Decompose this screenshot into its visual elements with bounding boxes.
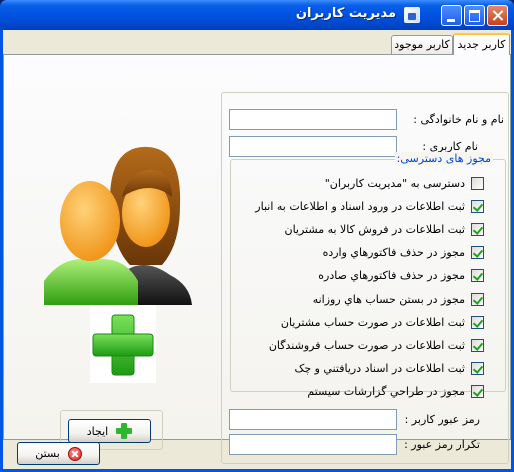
permissions-group: مجوز های دسترسی: دسترسی به "مديريت کاربر… xyxy=(230,152,506,399)
permission-checkbox[interactable] xyxy=(471,269,484,283)
confirm-password-input[interactable] xyxy=(229,434,397,455)
permission-checkbox[interactable] xyxy=(471,338,484,352)
username-input[interactable] xyxy=(229,136,397,157)
main-window: مديريت کاربران کاربر جديد کاربر موجود اي… xyxy=(0,0,514,472)
full-name-label: نام و نام خانوادگی : xyxy=(413,113,504,126)
permission-checkbox[interactable] xyxy=(471,362,484,376)
full-name-input[interactable] xyxy=(229,109,397,130)
window-title: مديريت کاربران xyxy=(295,6,396,21)
permission-label: دسترسی به "مديريت کاربران" xyxy=(324,176,465,190)
permission-checkbox[interactable] xyxy=(471,222,484,236)
maximize-button[interactable] xyxy=(464,5,485,26)
create-button-label: ايجاد xyxy=(86,424,109,438)
tab-existing-user[interactable]: کاربر موجود xyxy=(391,35,453,54)
close-button-label: بستن xyxy=(35,447,60,460)
permission-checkbox[interactable] xyxy=(471,385,484,399)
close-button[interactable]: بستن xyxy=(17,442,100,465)
permission-label: مجوز در حذف فاکتورهاي صادره xyxy=(318,269,465,283)
permission-checkbox[interactable] xyxy=(471,292,484,306)
permission-row[interactable]: ثبت اطلاعات در اسناد دريافتني و چک xyxy=(294,361,484,377)
password-input[interactable] xyxy=(229,409,397,430)
plus-icon xyxy=(116,423,133,439)
create-button[interactable]: ايجاد xyxy=(68,419,151,443)
permission-row[interactable]: مجوز در حذف فاکتورهاي صادره xyxy=(318,268,484,284)
password-label: رمز عبور کاربر : xyxy=(404,413,480,426)
permission-checkbox[interactable] xyxy=(471,246,484,260)
permission-label: مجوز در طراحي گزارشات سيستم xyxy=(307,385,465,399)
permission-row[interactable]: مجوز در بستن حساب هاي روزانه xyxy=(313,291,484,307)
permission-label: مجوز در حذف فاکتورهاي وارده xyxy=(322,246,465,260)
close-icon xyxy=(67,446,82,461)
permission-checkbox[interactable] xyxy=(471,199,484,213)
permission-label: مجوز در بستن حساب هاي روزانه xyxy=(312,292,465,306)
permission-label: ثبت اطلاعات در اسناد دريافتني و چک xyxy=(294,362,465,376)
close-window-button[interactable] xyxy=(487,5,508,26)
permission-row[interactable]: دسترسی به "مديريت کاربران" xyxy=(325,175,484,191)
client-area: کاربر جديد کاربر موجود ايجاد نام و نام خ… xyxy=(3,30,511,469)
permission-row[interactable]: مجوز در حذف فاکتورهاي وارده xyxy=(323,245,484,261)
permission-label: ثبت اطلاعات در صورت حساب مشتريان xyxy=(280,315,465,329)
permission-row[interactable]: مجوز در طراحي گزارشات سيستم xyxy=(307,384,484,400)
permission-row[interactable]: ثبت اطلاعات در ورود اسناد و اطلاعات به ا… xyxy=(255,198,484,214)
app-icon xyxy=(404,7,420,23)
permissions-legend: مجوز های دسترسی: xyxy=(394,152,493,165)
tab-panel-new-user: ايجاد نام و نام خانوادگی : نام کاربری : … xyxy=(3,54,511,464)
permission-label: ثبت اطلاعات در ورود اسناد و اطلاعات به ا… xyxy=(255,199,465,213)
minimize-button[interactable] xyxy=(441,5,462,26)
permission-label: ثبت اطلاعات در صورت حساب فروشندگان xyxy=(268,338,465,352)
title-bar[interactable]: مديريت کاربران xyxy=(0,0,514,30)
tab-new-user[interactable]: کاربر جديد xyxy=(453,33,510,55)
permission-row[interactable]: ثبت اطلاعات در صورت حساب فروشندگان xyxy=(269,337,484,353)
permission-label: ثبت اطلاعات در فروش کالا به مشتريان xyxy=(284,222,466,236)
confirm-password-label: تکرار رمز عبور : xyxy=(404,438,480,451)
permission-row[interactable]: ثبت اطلاعات در صورت حساب مشتريان xyxy=(281,314,484,330)
permission-checkbox[interactable] xyxy=(471,176,484,190)
permission-row[interactable]: ثبت اطلاعات در فروش کالا به مشتريان xyxy=(284,221,484,237)
permission-checkbox[interactable] xyxy=(471,315,484,329)
users-illustration xyxy=(44,146,192,383)
